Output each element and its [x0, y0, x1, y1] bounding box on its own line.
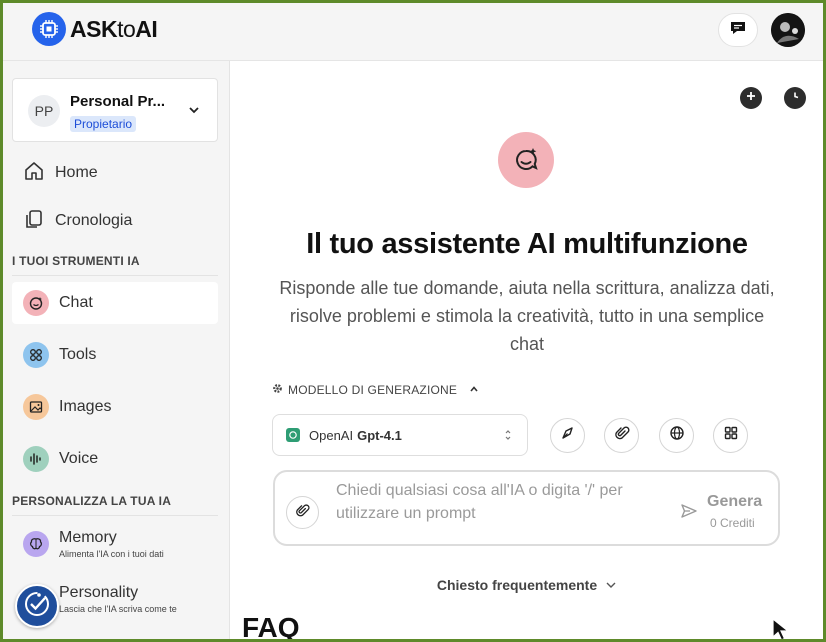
- sidebar-item-label: Chat: [59, 294, 93, 311]
- gear-icon: [272, 383, 283, 397]
- logo[interactable]: ASKtoAI: [32, 12, 158, 46]
- faq-heading: FAQ: [242, 612, 300, 639]
- tools-grid-icon: [23, 342, 49, 368]
- plus-icon: [745, 89, 757, 107]
- prompt-input-placeholder[interactable]: Chiedi qualsiasi cosa all'IA o digita '/…: [336, 479, 666, 525]
- logo-text: ASKtoAI: [70, 15, 158, 42]
- openai-icon: [286, 428, 300, 442]
- sidebar-item-label: Cronologia: [55, 212, 133, 229]
- model-provider: OpenAI: [309, 427, 354, 443]
- history-button[interactable]: [784, 87, 806, 109]
- accessibility-check-icon: [22, 589, 52, 624]
- pen-nib-icon: [560, 425, 576, 446]
- apps-button[interactable]: [713, 418, 748, 453]
- sidebar-item-memory[interactable]: Memory Alimenta l'IA con i tuoi dati: [12, 520, 218, 568]
- personality-subtitle: Lascia che l'IA scriva come te: [59, 604, 177, 614]
- sidebar: PP Personal Pr... Propietario Home Crono…: [3, 61, 230, 639]
- workspace-name: Personal Pr...: [70, 93, 166, 110]
- image-icon: [23, 394, 49, 420]
- model-select[interactable]: OpenAI Gpt-4.1: [272, 414, 528, 456]
- chevron-down-icon: [605, 577, 617, 593]
- sidebar-item-images[interactable]: Images: [12, 386, 218, 428]
- attach-file-button[interactable]: [604, 418, 639, 453]
- model-name: Gpt-4.1: [357, 427, 402, 443]
- sidebar-item-home[interactable]: Home: [12, 152, 218, 194]
- send-icon[interactable]: [680, 502, 698, 525]
- globe-icon: [669, 425, 685, 446]
- history-pages-icon: [23, 208, 45, 235]
- chevron-updown-icon: [503, 428, 513, 445]
- page-subtitle: Risponde alle tue domande, aiuta nella s…: [279, 278, 775, 354]
- chat-smile-icon: [23, 290, 49, 316]
- sidebar-item-label: Home: [55, 164, 98, 181]
- app-window: ASKtoAI PP Personal Pr... Propietario Ho…: [3, 3, 823, 639]
- sidebar-item-label: Voice: [59, 450, 99, 467]
- prompt-box[interactable]: Chiedi qualsiasi cosa all'IA o digita '/…: [273, 470, 780, 546]
- sidebar-item-label: Tools: [59, 346, 97, 363]
- personality-title: Personality: [59, 584, 139, 601]
- clock-icon: [789, 89, 801, 107]
- top-bar: ASKtoAI: [3, 3, 823, 61]
- page-title: Il tuo assistente AI multifunzione: [306, 228, 748, 260]
- voice-wave-icon: [23, 446, 49, 472]
- memory-title: Memory: [59, 529, 117, 546]
- sidebar-item-label: Images: [59, 398, 112, 415]
- chevron-down-icon: [187, 103, 201, 122]
- sidebar-item-tools[interactable]: Tools: [12, 334, 218, 376]
- section-title-tools: I TUOI STRUMENTI IA: [12, 254, 218, 276]
- user-avatar[interactable]: [771, 13, 805, 47]
- mouse-cursor-icon: [771, 617, 793, 639]
- faq-toggle-label: Chiesto frequentemente: [436, 577, 598, 593]
- workspace-switcher[interactable]: PP Personal Pr... Propietario: [12, 78, 218, 142]
- prompt-attach-button[interactable]: [286, 496, 319, 529]
- accessibility-button[interactable]: [15, 584, 59, 628]
- feedback-button[interactable]: [718, 13, 758, 47]
- sidebar-item-voice[interactable]: Voice: [12, 438, 218, 480]
- chevron-up-icon: [469, 383, 479, 397]
- writing-style-button[interactable]: [550, 418, 585, 453]
- assistant-chat-icon: [498, 132, 554, 188]
- credits-count: 0 Crediti: [710, 516, 755, 530]
- new-chat-button[interactable]: [740, 87, 762, 109]
- home-icon: [23, 160, 45, 187]
- apps-grid-icon: [723, 425, 739, 446]
- web-search-button[interactable]: [659, 418, 694, 453]
- model-section-label: MODELLO DI GENERAZIONE: [288, 383, 458, 397]
- sidebar-item-chat[interactable]: Chat: [12, 282, 218, 324]
- model-section-toggle[interactable]: MODELLO DI GENERAZIONE: [272, 383, 479, 397]
- faq-toggle[interactable]: Chiesto frequentemente: [231, 577, 823, 593]
- section-title-personalize: PERSONALIZZA LA TUA IA: [12, 494, 218, 516]
- generate-button[interactable]: Genera: [707, 493, 762, 511]
- paperclip-icon: [614, 425, 630, 446]
- sidebar-item-cronologia[interactable]: Cronologia: [12, 200, 218, 242]
- memory-subtitle: Alimenta l'IA con i tuoi dati: [59, 549, 164, 559]
- workspace-role-badge: Propietario: [70, 116, 137, 132]
- paperclip-icon: [295, 503, 310, 523]
- main-content: Il tuo assistente AI multifunzione Rispo…: [231, 61, 823, 639]
- brain-icon: [23, 531, 49, 557]
- chip-logo-icon: [32, 12, 66, 46]
- workspace-avatar: PP: [28, 95, 60, 127]
- message-icon: [729, 19, 747, 42]
